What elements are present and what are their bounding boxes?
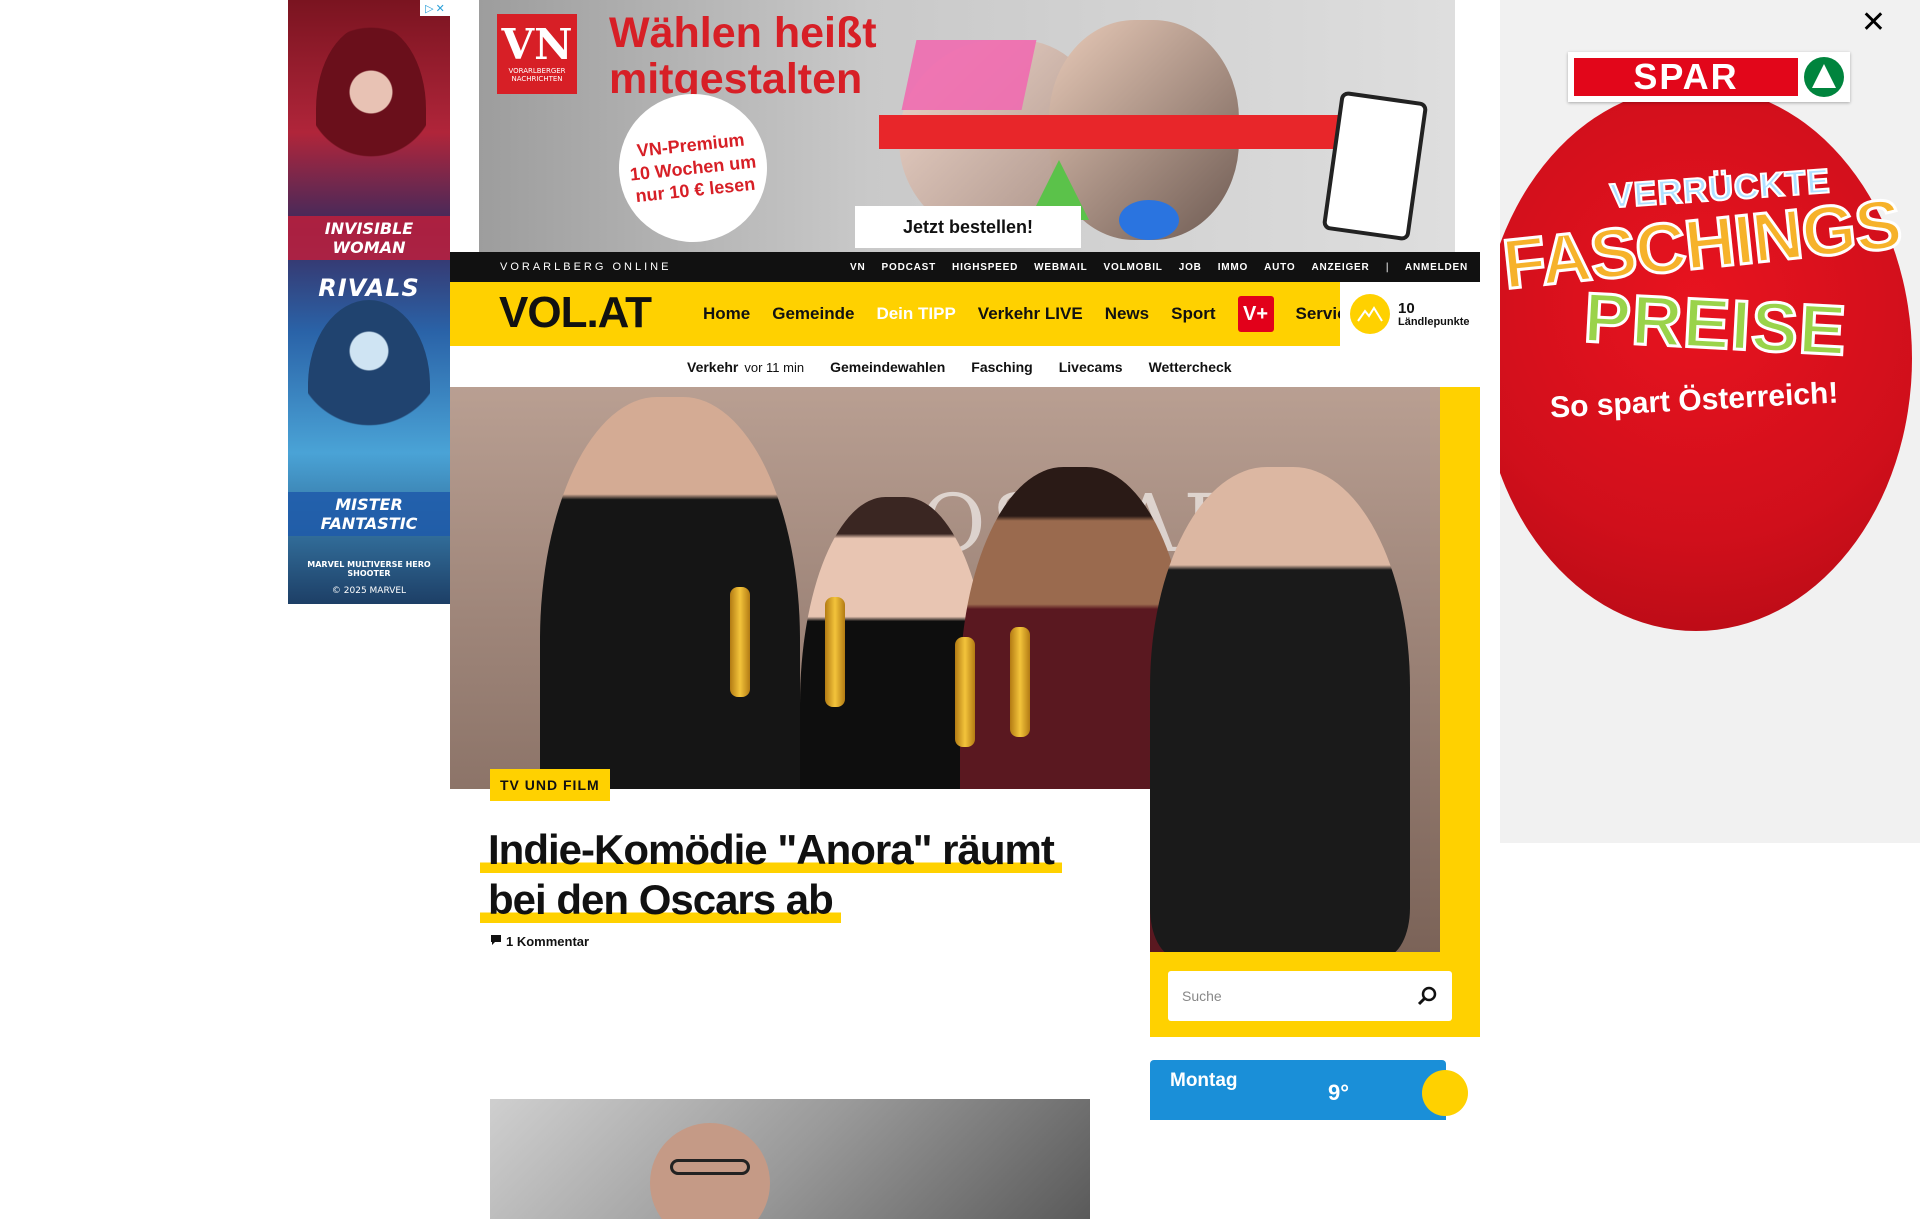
category-tag[interactable]: TV UND FILM — [490, 769, 610, 801]
traffic-time: vor 11 min — [744, 359, 805, 375]
oscar-statue — [1010, 627, 1030, 737]
search-area — [1150, 952, 1480, 1037]
top-link-auto[interactable]: AUTO — [1264, 262, 1295, 273]
comment-icon — [490, 934, 502, 949]
photo-person-4 — [1150, 467, 1410, 952]
weather-day: Montag — [1170, 1070, 1238, 1091]
secondary-article-photo[interactable] — [490, 1099, 1090, 1219]
left-skyscraper-ad[interactable]: ▷ ✕ INVISIBLE WOMAN RIVALS MISTER FANTAST… — [288, 0, 450, 604]
oscar-statue — [955, 637, 975, 747]
top-link-anzeiger[interactable]: ANZEIGER — [1311, 262, 1369, 273]
ad-tablet-image — [1321, 90, 1429, 242]
ad-headline: Wählen heißt mitgestalten — [609, 9, 877, 104]
hero-section: OSCAR TV UND FILM Indie-Komödie "Anora" … — [450, 387, 1480, 1219]
order-now-button[interactable]: Jetzt bestellen! — [855, 206, 1081, 248]
spar-tree-icon — [1804, 57, 1844, 97]
ad-copyright: © 2025 MARVEL — [331, 586, 407, 596]
nav-item-dein-tipp[interactable]: Dein TIPP — [876, 304, 955, 324]
vn-logo: VN VORARLBERGER NACHRICHTEN — [497, 14, 577, 94]
ad-character-image-2 — [308, 300, 430, 470]
points-value: 10 — [1398, 299, 1415, 317]
site: VORARLBERG ONLINE VN PODCAST HIGHSPEED W… — [450, 252, 1480, 1219]
top-link-vn[interactable]: VN — [850, 262, 866, 273]
main-nav: VOL.AT Home Gemeinde Dein TIPP Verkehr L… — [450, 282, 1480, 346]
points-label: Ländlepunkte — [1398, 315, 1470, 328]
photo-glasses — [670, 1159, 750, 1175]
ad-character-image — [316, 24, 426, 194]
top-link-volmobil[interactable]: VOLMOBIL — [1104, 262, 1163, 273]
ad-character-bottom-label: MISTER FANTASTIC — [288, 492, 450, 536]
top-link-podcast[interactable]: PODCAST — [882, 262, 937, 273]
main-menu: Home Gemeinde Dein TIPP Verkehr LIVE New… — [703, 282, 1356, 346]
article-title[interactable]: Indie-Komödie "Anora" räumt bei den Osca… — [480, 825, 1120, 925]
top-link-job[interactable]: JOB — [1179, 262, 1202, 273]
top-link-webmail[interactable]: WEBMAIL — [1034, 262, 1087, 273]
comments-link[interactable]: 1 Kommentar — [490, 934, 589, 949]
ad-tagline: MARVEL MULTIVERSE HERO SHOOTER — [307, 560, 431, 578]
nav-item-sport[interactable]: Sport — [1171, 304, 1215, 324]
sub-nav: Verkehr vor 11 min Gemeindewahlen Faschin… — [450, 346, 1480, 387]
nav-item-verkehr-live[interactable]: Verkehr LIVE — [978, 304, 1083, 324]
weather-widget[interactable]: Montag 9° — [1150, 1060, 1468, 1120]
subnav-wettercheck[interactable]: Wettercheck — [1149, 359, 1232, 375]
top-bar: VORARLBERG ONLINE VN PODCAST HIGHSPEED W… — [450, 252, 1480, 282]
nav-item-news[interactable]: News — [1105, 304, 1149, 324]
nav-item-gemeinde[interactable]: Gemeinde — [772, 304, 854, 324]
nav-item-home[interactable]: Home — [703, 304, 750, 324]
close-icon[interactable]: ✕ — [1861, 8, 1886, 38]
top-link-immo[interactable]: IMMO — [1218, 262, 1248, 273]
sun-icon — [1422, 1070, 1468, 1116]
search-box[interactable] — [1168, 971, 1452, 1021]
ad-line-3: PREISE — [1581, 277, 1850, 372]
oscar-statue — [825, 597, 845, 707]
ad-price-badge: VN-Premium 10 Wochen um nur 10 € lesen — [611, 86, 775, 250]
laendlepunkte-widget[interactable]: 10 Ländlepunkte — [1340, 282, 1480, 346]
search-icon[interactable] — [1416, 985, 1438, 1007]
top-link-highspeed[interactable]: HIGHSPEED — [952, 262, 1018, 273]
spar-logo: SPAR — [1568, 52, 1850, 102]
right-skyscraper-ad[interactable]: SPAR VERRÜCKTE FASCHINGS PREISE So spart… — [1500, 0, 1920, 843]
top-banner-ad[interactable]: VN VORARLBERGER NACHRICHTEN Wählen heißt… — [479, 0, 1455, 252]
ad-game-title: RIVALS — [318, 274, 420, 302]
subnav-livecams[interactable]: Livecams — [1059, 359, 1123, 375]
search-input[interactable] — [1182, 988, 1416, 1004]
site-tagline: VORARLBERG ONLINE — [500, 261, 672, 273]
subnav-fasching[interactable]: Fasching — [971, 359, 1032, 375]
subnav-gemeindewahlen[interactable]: Gemeindewahlen — [830, 359, 945, 375]
subnav-traffic[interactable]: Verkehr vor 11 min — [687, 359, 804, 375]
ad-choices-icon[interactable]: ▷ ✕ — [420, 0, 450, 16]
top-links: VN PODCAST HIGHSPEED WEBMAIL VOLMOBIL JO… — [850, 262, 1468, 273]
ad-character-top-label: INVISIBLE WOMAN — [288, 216, 450, 260]
weather-temp: 9° — [1328, 1080, 1350, 1105]
mountain-icon — [1350, 294, 1390, 334]
login-link[interactable]: ANMELDEN — [1405, 262, 1468, 273]
top-separator: | — [1385, 261, 1389, 273]
oscar-statue — [730, 587, 750, 697]
vplus-button[interactable]: V+ — [1237, 296, 1274, 332]
site-logo[interactable]: VOL.AT — [499, 288, 652, 338]
